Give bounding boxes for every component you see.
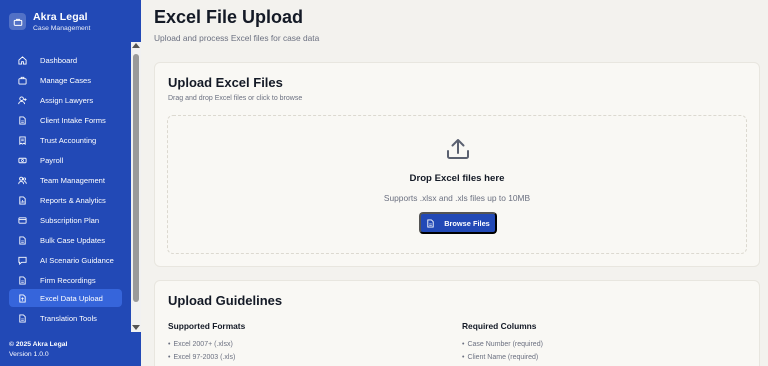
upload-card-description: Drag and drop Excel files or click to br… xyxy=(168,95,303,102)
sidebar-item-ai-scenario-guidance[interactable]: AI Scenario Guidance xyxy=(9,251,122,269)
sidebar-item-label: Excel Data Upload xyxy=(40,293,103,303)
scroll-up-arrow-icon[interactable] xyxy=(132,43,140,48)
supported-formats-list: Excel 2007+ (.xlsx) Excel 97-2003 (.xls) xyxy=(168,338,235,364)
list-item: Excel 2007+ (.xlsx) xyxy=(168,338,235,351)
sidebar-item-bulk-case-updates[interactable]: Bulk Case Updates xyxy=(9,231,122,249)
drop-subtitle: Supports .xlsx and .xls files up to 10MB xyxy=(383,193,531,203)
scrollbar-thumb[interactable] xyxy=(133,54,139,302)
home-icon xyxy=(18,55,27,65)
sidebar-item-team-management[interactable]: Team Management xyxy=(9,171,122,189)
guidelines-title: Upload Guidelines xyxy=(168,293,283,308)
sidebar-item-client-intake-forms[interactable]: Client Intake Forms xyxy=(9,111,122,129)
upload-card: Upload Excel Files Drag and drop Excel f… xyxy=(154,62,760,267)
sidebar-item-label: Translation Tools xyxy=(40,313,97,323)
main-content: Excel File Upload Upload and process Exc… xyxy=(141,0,768,366)
sidebar-item-subscription-plan[interactable]: Subscription Plan xyxy=(9,211,122,229)
browse-files-button[interactable]: Browse Files xyxy=(419,212,497,234)
sidebar-item-label: Assign Lawyers xyxy=(40,95,94,105)
sidebar-item-reports-analytics[interactable]: Reports & Analytics xyxy=(9,191,122,209)
sidebar-item-manage-cases[interactable]: Manage Cases xyxy=(9,71,122,89)
page-title: Excel File Upload xyxy=(154,7,304,27)
file-upload-icon xyxy=(18,293,27,303)
required-columns-list: Case Number (required) Client Name (requ… xyxy=(462,338,543,364)
file-icon xyxy=(18,115,27,125)
user-plus-icon xyxy=(18,95,27,105)
file-dropzone[interactable]: Drop Excel files here Supports .xlsx and… xyxy=(167,115,747,254)
sidebar-item-firm-recordings[interactable]: Firm Recordings xyxy=(9,271,122,289)
supported-formats-title: Supported Formats xyxy=(168,321,246,331)
chart-icon xyxy=(18,195,27,205)
sidebar-item-label: Client Intake Forms xyxy=(40,115,106,125)
card-icon xyxy=(18,216,27,225)
sidebar-item-label: Firm Recordings xyxy=(40,275,96,285)
browse-files-label: Browse Files xyxy=(444,218,490,228)
scroll-down-arrow-icon[interactable] xyxy=(132,325,140,330)
list-item: Case Number (required) xyxy=(462,338,542,351)
briefcase-logo-icon xyxy=(9,13,26,30)
sidebar-item-label: Reports & Analytics xyxy=(40,195,106,205)
sidebar-item-label: AI Scenario Guidance xyxy=(40,255,114,265)
sidebar-item-label: Dashboard xyxy=(40,55,78,65)
briefcase-icon xyxy=(18,76,27,85)
sidebar-item-label: Team Management xyxy=(40,175,106,185)
sidebar-scrollbar[interactable] xyxy=(131,42,141,332)
sidebar-item-dashboard[interactable]: Dashboard xyxy=(9,51,122,69)
version: Version 1.0.0 xyxy=(9,351,49,358)
sidebar-nav: Dashboard Manage Cases Assign Lawyers Cl… xyxy=(0,48,130,332)
sidebar: Akra Legal Case Management Dashboard Man… xyxy=(0,0,141,366)
sidebar-footer: © 2025 Akra Legal Version 1.0.0 xyxy=(9,340,67,360)
sidebar-item-label: Subscription Plan xyxy=(40,215,100,225)
list-item: Client Name (required) xyxy=(462,351,543,364)
brand[interactable]: Akra Legal Case Management xyxy=(9,11,133,37)
page-subtitle: Upload and process Excel files for case … xyxy=(154,33,320,43)
list-item: Excel 97-2003 (.xls) xyxy=(168,351,235,364)
upload-card-title: Upload Excel Files xyxy=(168,75,283,90)
payroll-icon xyxy=(18,156,27,165)
upload-icon xyxy=(447,139,469,159)
file-icon xyxy=(18,275,27,285)
file-icon xyxy=(18,313,27,323)
sidebar-item-payroll[interactable]: Payroll xyxy=(9,151,122,169)
sidebar-item-assign-lawyers[interactable]: Assign Lawyers xyxy=(9,91,122,109)
file-icon xyxy=(18,235,27,245)
brand-name: Akra Legal xyxy=(33,11,88,23)
sidebar-item-label: Manage Cases xyxy=(40,75,92,85)
copyright: © 2025 Akra Legal xyxy=(9,341,68,348)
chat-icon xyxy=(18,256,27,265)
receipt-icon xyxy=(18,135,27,145)
drop-title: Drop Excel files here xyxy=(409,173,505,184)
sidebar-item-excel-data-upload[interactable]: Excel Data Upload xyxy=(9,289,122,307)
brand-subtitle: Case Management xyxy=(33,25,91,32)
guidelines-card: Upload Guidelines Supported Formats Exce… xyxy=(154,280,760,366)
sidebar-item-trust-accounting[interactable]: Trust Accounting xyxy=(9,131,122,149)
sidebar-item-translation-tools[interactable]: Translation Tools xyxy=(9,309,122,327)
sidebar-item-label: Bulk Case Updates xyxy=(40,235,106,245)
users-icon xyxy=(18,176,27,185)
file-icon xyxy=(426,218,435,228)
sidebar-item-label: Payroll xyxy=(40,155,64,165)
sidebar-item-label: Trust Accounting xyxy=(40,135,97,145)
required-columns-title: Required Columns xyxy=(462,321,537,331)
